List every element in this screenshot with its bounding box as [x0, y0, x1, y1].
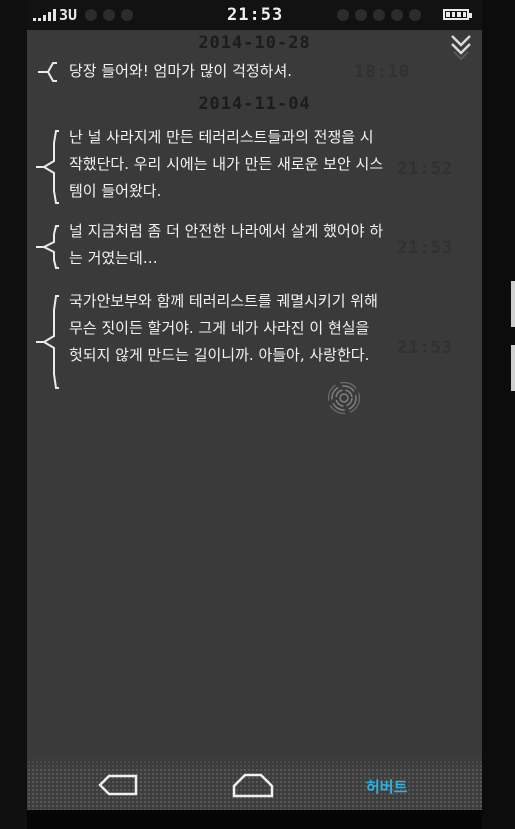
status-time: 21:53	[227, 5, 284, 25]
bezel-mark	[511, 281, 515, 327]
reply-bracket-icon	[36, 130, 59, 204]
contact-name-button[interactable]: 허버트	[366, 776, 407, 797]
reply-bracket-icon	[36, 225, 59, 269]
reply-bracket-icon	[38, 62, 57, 82]
device-bezel-right	[482, 0, 515, 829]
message-bubble[interactable]: 널 지금처럼 좀 더 안전한 나라에서 살게 했어야 하는 거였는데…	[69, 218, 384, 272]
fingerprint-icon	[327, 381, 361, 415]
message-time: 18:10	[354, 62, 411, 82]
message-time: 21:52	[397, 159, 454, 179]
back-icon[interactable]	[97, 774, 139, 796]
battery-icon	[443, 9, 472, 20]
message-bubble[interactable]: 당장 들어와! 엄마가 많이 걱정하셔.	[69, 58, 384, 85]
navigation-bar: 허버트	[27, 756, 482, 810]
message-bubble[interactable]: 난 널 사라지게 만든 테러리스트들과의 전쟁을 시작했단다. 우리 시에는 내…	[69, 124, 384, 205]
reply-bracket-icon	[36, 295, 59, 389]
device-bezel-left	[0, 0, 27, 829]
date-header: 2014-10-28	[198, 33, 311, 53]
home-icon[interactable]	[231, 772, 275, 798]
status-bar: 3U 21:53	[27, 0, 482, 30]
status-icons-left	[85, 9, 133, 21]
status-icons-right	[337, 9, 421, 21]
bezel-mark	[511, 345, 515, 391]
message-time: 21:53	[397, 338, 454, 358]
signal-icon	[33, 9, 56, 21]
phone-screen: 3U 21:53 2014-10-28 당장 들어와! 엄마가 많이 걱정하셔.…	[27, 0, 482, 810]
message-bubble[interactable]: 국가안보부와 함께 테러리스트를 궤멸시키기 위해 무슨 짓이든 할거야. 그게…	[69, 288, 384, 369]
date-header: 2014-11-04	[198, 94, 311, 114]
network-type: 3U	[59, 6, 78, 24]
message-time: 21:53	[397, 238, 454, 258]
